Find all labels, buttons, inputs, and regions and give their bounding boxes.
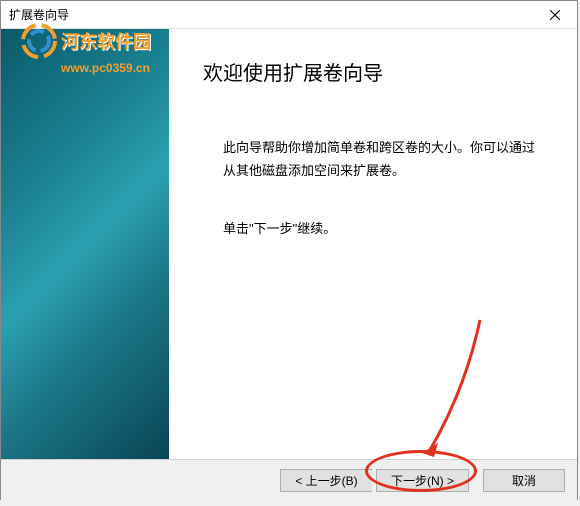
watermark: 河东软件园 www.pc0359.cn	[21, 23, 151, 75]
wizard-instruction: 单击"下一步"继续。	[223, 218, 547, 237]
back-button[interactable]: < 上一步(B)	[280, 469, 372, 492]
watermark-logo-icon	[21, 23, 57, 59]
wizard-content: 欢迎使用扩展卷向导 此向导帮助你增加简单卷和跨区卷的大小。你可以通过从其他磁盘添…	[169, 29, 577, 459]
cancel-button[interactable]: 取消	[483, 469, 565, 492]
close-icon	[550, 10, 560, 20]
wizard-description: 此向导帮助你增加简单卷和跨区卷的大小。你可以通过从其他磁盘添加空间来扩展卷。	[223, 136, 547, 183]
close-button[interactable]	[532, 1, 577, 29]
page-title: 欢迎使用扩展卷向导	[203, 57, 547, 86]
wizard-sidebar	[1, 29, 169, 459]
watermark-url: www.pc0359.cn	[61, 61, 151, 75]
watermark-brand: 河东软件园	[61, 28, 151, 54]
next-button[interactable]: 下一步(N) >	[376, 469, 469, 492]
wizard-footer: < 上一步(B) 下一步(N) > 取消	[1, 459, 577, 501]
window-title: 扩展卷向导	[9, 6, 69, 23]
wizard-dialog: 扩展卷向导 河东软件园 www.pc0359.cn 欢迎使用扩展卷向导 此向导帮…	[0, 0, 578, 500]
